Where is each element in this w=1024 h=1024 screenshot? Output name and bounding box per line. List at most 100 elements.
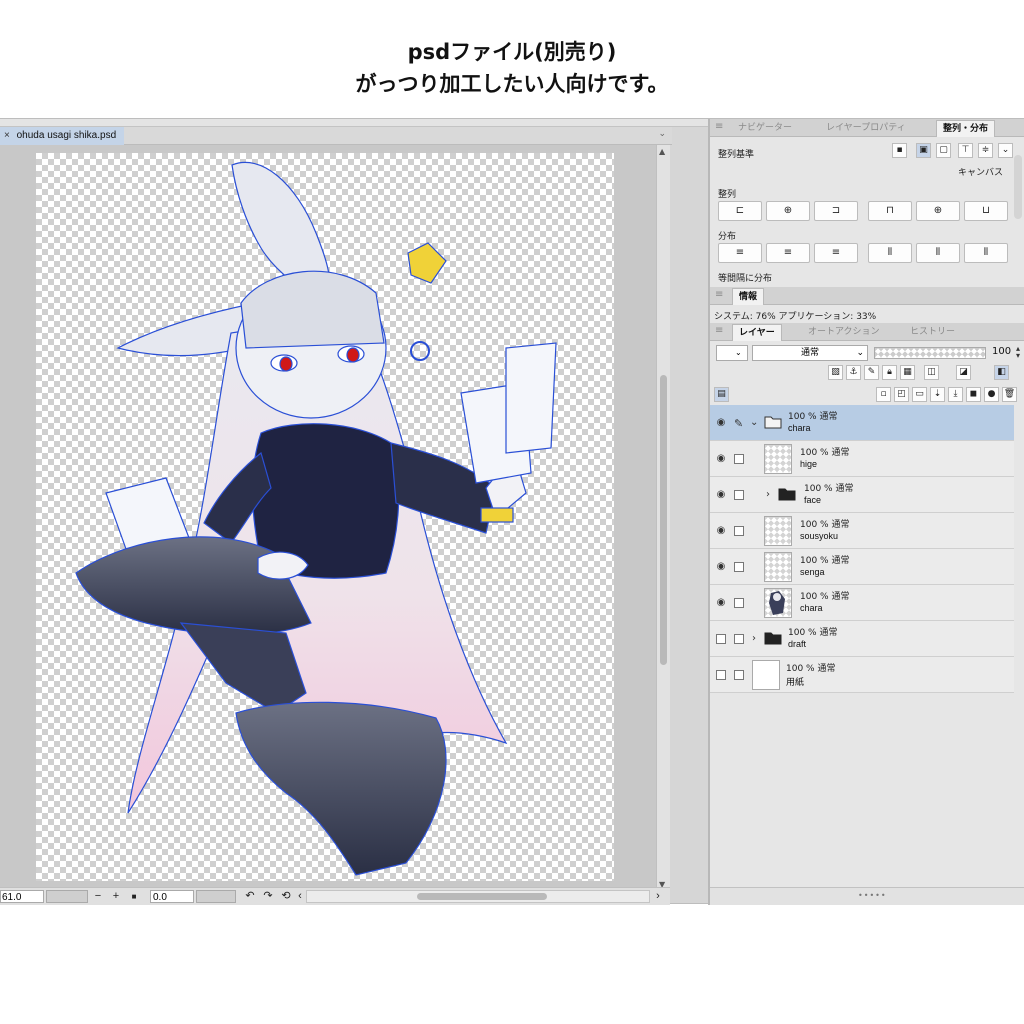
layer-lock-checkbox[interactable] bbox=[734, 490, 744, 500]
mask-enable-icon[interactable]: ◫ bbox=[924, 365, 939, 380]
canvas-horizontal-scrollbar[interactable] bbox=[306, 890, 650, 903]
scrollbar-thumb[interactable] bbox=[660, 375, 667, 665]
layer-lock-checkbox[interactable] bbox=[734, 454, 744, 464]
distribute-hcenter-button[interactable]: ⦀ bbox=[916, 243, 960, 263]
new-vector-layer-icon[interactable]: ◰ bbox=[894, 387, 909, 402]
draft-layer-icon[interactable]: ✎ bbox=[864, 365, 879, 380]
chevron-down-icon[interactable]: ⌄ bbox=[750, 417, 758, 428]
eye-icon[interactable]: ◉ bbox=[714, 561, 728, 572]
visibility-checkbox[interactable] bbox=[716, 670, 726, 680]
eye-icon[interactable]: ◉ bbox=[714, 489, 728, 500]
layer-row-hige[interactable]: ◉ 100 % 通常 hige bbox=[710, 441, 1014, 477]
layer-color-icon[interactable]: ◧ bbox=[994, 365, 1009, 380]
basis-selection-icon[interactable]: ▪ bbox=[892, 143, 907, 158]
merge-down-icon[interactable]: ⤓ bbox=[948, 387, 963, 402]
chevron-right-icon[interactable]: › bbox=[766, 489, 770, 500]
tab-auto-action[interactable]: オートアクション bbox=[802, 324, 886, 341]
align-right-button[interactable]: ⊐ bbox=[814, 201, 858, 221]
fit-view-button[interactable]: ■ bbox=[128, 890, 140, 903]
clip-layer-icon[interactable]: ▧ bbox=[828, 365, 843, 380]
scrollbar-thumb[interactable] bbox=[417, 893, 547, 900]
layer-row-sousyoku[interactable]: ◉ 100 % 通常 sousyoku bbox=[710, 513, 1014, 549]
scroll-up-icon[interactable]: ▲ bbox=[659, 147, 665, 156]
canvas-viewport[interactable] bbox=[0, 145, 656, 891]
close-tab-icon[interactable]: × bbox=[4, 130, 10, 141]
tab-history[interactable]: ヒストリー bbox=[904, 324, 961, 341]
document-tab[interactable]: × ohuda usagi shika.psd bbox=[0, 127, 125, 145]
distribute-bottom-button[interactable]: ≡ bbox=[814, 243, 858, 263]
eye-icon[interactable]: ◉ bbox=[714, 525, 728, 536]
distribute-right-button[interactable]: ⦀ bbox=[964, 243, 1008, 263]
distribute-vcenter-button[interactable]: ≡ bbox=[766, 243, 810, 263]
layer-row-draft-folder[interactable]: › 100 % 通常 draft bbox=[710, 621, 1014, 657]
align-vcenter-button[interactable]: ⊕ bbox=[916, 201, 960, 221]
layer-row-senga[interactable]: ◉ 100 % 通常 senga bbox=[710, 549, 1014, 585]
apply-mask-icon[interactable]: ● bbox=[984, 387, 999, 402]
create-mask-icon[interactable]: ◼ bbox=[966, 387, 981, 402]
tab-layer[interactable]: レイヤー bbox=[732, 324, 782, 341]
layer-color-selector[interactable]: ⌄ bbox=[716, 345, 748, 361]
layer-row-chara-folder[interactable]: ◉ ✎ ⌄ 100 % 通常 chara bbox=[710, 405, 1014, 441]
ruler-enable-icon[interactable]: ◪ bbox=[956, 365, 971, 380]
chevron-down-icon[interactable]: ⌄ bbox=[658, 129, 666, 139]
layer-row-paper[interactable]: 100 % 通常 用紙 bbox=[710, 657, 1014, 693]
transfer-down-icon[interactable]: ⇣ bbox=[930, 387, 945, 402]
eye-icon[interactable]: ◉ bbox=[714, 597, 728, 608]
rotation-angle-field[interactable]: 0.0 bbox=[150, 890, 194, 903]
tab-layer-property[interactable]: レイヤープロパティ bbox=[820, 120, 912, 137]
panel-resize-handle[interactable]: ••••• bbox=[858, 891, 887, 900]
panel-grip-icon[interactable]: ≡ bbox=[715, 325, 723, 336]
reset-rotation-icon[interactable]: ⟲ bbox=[280, 890, 292, 903]
align-bottom-button[interactable]: ⊔ bbox=[964, 201, 1008, 221]
eye-icon[interactable]: ◉ bbox=[714, 417, 728, 428]
layer-lock-checkbox[interactable] bbox=[734, 634, 744, 644]
visibility-checkbox[interactable] bbox=[716, 634, 726, 644]
layer-palette-icon[interactable]: ▤ bbox=[714, 387, 729, 402]
opacity-stepper[interactable]: ▴ ▾ bbox=[1012, 345, 1024, 361]
basis-guide-icon[interactable]: ⊤ bbox=[958, 143, 973, 158]
lock-layer-icon[interactable]: 🔒︎ bbox=[882, 365, 897, 380]
eye-icon[interactable]: ◉ bbox=[714, 453, 728, 464]
align-top-button[interactable]: ⊓ bbox=[868, 201, 912, 221]
scroll-right-icon[interactable]: › bbox=[652, 890, 664, 903]
panel-grip-icon[interactable]: ≡ bbox=[715, 121, 723, 132]
lock-transparency-icon[interactable]: ▦ bbox=[900, 365, 915, 380]
layer-lock-checkbox[interactable] bbox=[734, 670, 744, 680]
layer-lock-checkbox[interactable] bbox=[734, 562, 744, 572]
new-raster-layer-icon[interactable]: ▫ bbox=[876, 387, 891, 402]
distribute-top-button[interactable]: ≡ bbox=[718, 243, 762, 263]
rotate-left-icon[interactable]: ↶ bbox=[244, 890, 256, 903]
scroll-left-icon[interactable]: ‹ bbox=[294, 890, 306, 903]
canvas[interactable] bbox=[36, 153, 614, 881]
distribute-left-button[interactable]: ⦀ bbox=[868, 243, 912, 263]
opacity-slider[interactable] bbox=[874, 347, 986, 359]
zoom-field[interactable]: 61.0 bbox=[0, 890, 44, 903]
tab-info[interactable]: 情報 bbox=[732, 288, 765, 305]
align-panel-scrollbar[interactable] bbox=[1014, 155, 1022, 219]
align-left-button[interactable]: ⊏ bbox=[718, 201, 762, 221]
rotate-right-icon[interactable]: ↷ bbox=[262, 890, 274, 903]
reference-layer-icon[interactable]: ⚓ bbox=[846, 365, 861, 380]
opacity-value[interactable]: 100 bbox=[992, 346, 1011, 357]
tab-navigator[interactable]: ナビゲーター bbox=[732, 120, 798, 137]
layer-lock-checkbox[interactable] bbox=[734, 598, 744, 608]
align-hcenter-button[interactable]: ⊕ bbox=[766, 201, 810, 221]
panel-grip-icon[interactable]: ≡ bbox=[715, 289, 723, 300]
new-folder-icon[interactable]: ▭ bbox=[912, 387, 927, 402]
chevron-right-icon[interactable]: › bbox=[752, 633, 756, 644]
delete-layer-icon[interactable]: 🗑︎ bbox=[1002, 387, 1017, 402]
layer-lock-checkbox[interactable] bbox=[734, 526, 744, 536]
zoom-slider[interactable] bbox=[46, 890, 88, 903]
layer-row-face-folder[interactable]: ◉ › 100 % 通常 face bbox=[710, 477, 1014, 513]
chevron-down-icon[interactable]: ⌄ bbox=[998, 143, 1013, 158]
zoom-in-button[interactable]: + bbox=[110, 890, 122, 903]
zoom-out-button[interactable]: − bbox=[92, 890, 104, 903]
basis-range-icon[interactable]: ▢ bbox=[936, 143, 951, 158]
canvas-vertical-scrollbar[interactable]: ▲ ▼ bbox=[656, 145, 670, 891]
rotation-slider[interactable] bbox=[196, 890, 236, 903]
basis-canvas-icon[interactable]: ▣ bbox=[916, 143, 931, 158]
basis-object-icon[interactable]: ≑ bbox=[978, 143, 993, 158]
blend-mode-select[interactable]: 通常 ⌄ bbox=[752, 345, 868, 361]
tab-align-distribute[interactable]: 整列・分布 bbox=[936, 120, 996, 137]
layer-row-chara[interactable]: ◉ 100 % 通常 chara bbox=[710, 585, 1014, 621]
